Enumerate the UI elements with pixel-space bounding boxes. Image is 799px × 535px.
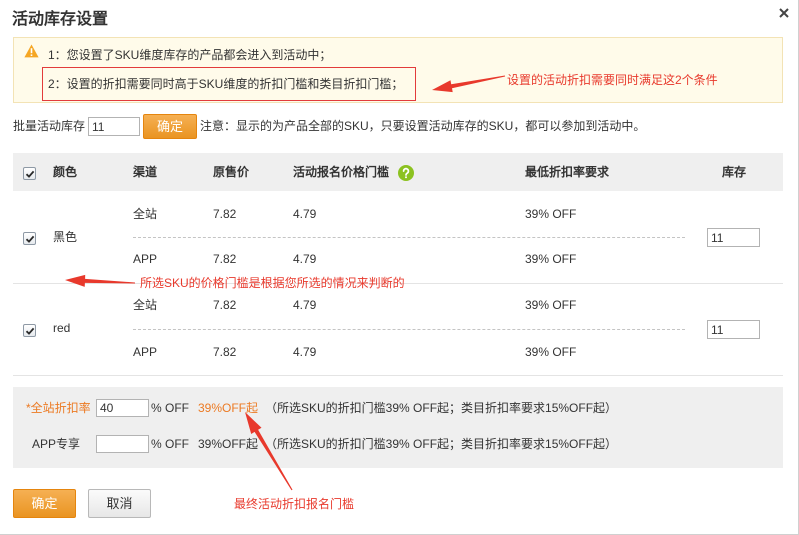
dialog-title: 活动库存设置	[12, 11, 109, 28]
app-discount-note: （所选SKU的折扣门槛39% OFF起；类目折扣率要求15%OFF起）	[265, 437, 618, 451]
batch-stock-input[interactable]	[88, 117, 140, 136]
table-row: red 全站 7.82 4.79 39% OFF APP 7.82 4.79 3…	[13, 284, 783, 376]
row-color: red	[53, 321, 71, 335]
app-discount-input[interactable]	[96, 435, 149, 453]
header-price-threshold: 活动报名价格门槛	[293, 165, 390, 179]
channel-row: APP 7.82 4.79 39% OFF	[133, 344, 593, 360]
header-channel: 渠道	[133, 165, 158, 179]
cell-channel: 全站	[133, 207, 158, 221]
row-checkbox[interactable]	[23, 232, 36, 245]
cell-channel: APP	[133, 345, 158, 359]
row-checkbox[interactable]	[23, 324, 36, 337]
site-discount-threshold: 39%OFF起	[198, 401, 259, 415]
confirm-button[interactable]: 确定	[13, 489, 76, 518]
channel-divider	[133, 237, 685, 238]
close-icon[interactable]	[779, 8, 789, 18]
channel-row: 全站 7.82 4.79 39% OFF	[133, 297, 593, 313]
checkmark-icon	[25, 327, 34, 335]
header-stock: 库存	[722, 165, 747, 179]
checkmark-icon	[25, 235, 34, 243]
app-discount-label: APP专享	[32, 437, 81, 451]
notice-box: 1：您设置了SKU维度库存的产品都会进入到活动中； 2：设置的折扣需要同时高于S…	[13, 37, 783, 103]
annotation-discount-conditions: 设置的活动折扣需要同时满足这2个条件	[507, 73, 718, 87]
annotation-final-threshold: 最终活动折扣报名门槛	[234, 497, 355, 511]
channel-row: APP 7.82 4.79 39% OFF	[133, 251, 593, 267]
app-discount-unit: % OFF	[151, 437, 189, 451]
warning-icon	[24, 44, 39, 58]
site-discount-input[interactable]	[96, 399, 149, 417]
batch-confirm-button[interactable]: 确定	[143, 114, 197, 139]
cell-min-discount: 39% OFF	[525, 345, 577, 359]
cell-original-price: 7.82	[213, 252, 237, 266]
activity-stock-dialog: 活动库存设置 1：您设置了SKU维度库存的产品都会进入到活动中； 2：设置的折扣…	[0, 0, 799, 535]
row-stock-input[interactable]	[707, 320, 760, 339]
notice-line-2-highlight-frame: 2：设置的折扣需要同时高于SKU维度的折扣门槛和类目折扣门槛；	[42, 67, 416, 101]
header-original-price: 原售价	[213, 165, 250, 179]
channel-divider	[133, 329, 685, 330]
notice-line-1: 1：您设置了SKU维度库存的产品都会进入到活动中；	[48, 48, 332, 62]
site-discount-row: *全站折扣率 % OFF 39%OFF起 （所选SKU的折扣门槛39% OFF起…	[13, 399, 783, 417]
sku-table: 颜色 渠道 原售价 活动报名价格门槛 最低折扣率要求 库存 黑色 全站 7.82…	[13, 153, 783, 376]
batch-stock-label: 批量活动库存	[13, 119, 86, 133]
select-all-checkbox[interactable]	[23, 167, 36, 180]
row-color: 黑色	[53, 230, 78, 244]
cell-price-threshold: 4.79	[293, 298, 317, 312]
app-discount-row: APP专享 % OFF 39%OFF起 （所选SKU的折扣门槛39% OFF起；…	[13, 435, 783, 453]
batch-stock-row: 批量活动库存 确定 注意：显示的为产品全部的SKU，只要设置活动库存的SKU，都…	[13, 114, 673, 139]
cell-min-discount: 39% OFF	[525, 298, 577, 312]
app-discount-threshold: 39%OFF起	[198, 437, 259, 451]
cell-channel: 全站	[133, 298, 158, 312]
table-row: 黑色 全站 7.82 4.79 39% OFF APP 7.82 4.79 39…	[13, 192, 783, 284]
cell-channel: APP	[133, 252, 158, 266]
annotation-sku-threshold: 所选SKU的价格门槛是根据您所选的情况来判断的	[140, 276, 405, 290]
help-icon[interactable]	[398, 165, 414, 181]
notice-line-2: 2：设置的折扣需要同时高于SKU维度的折扣门槛和类目折扣门槛；	[48, 77, 404, 91]
channel-row: 全站 7.82 4.79 39% OFF	[133, 206, 593, 222]
dialog-footer: 确定 取消	[13, 489, 153, 518]
cell-price-threshold: 4.79	[293, 207, 317, 221]
site-discount-note: （所选SKU的折扣门槛39% OFF起；类目折扣率要求15%OFF起）	[265, 401, 618, 415]
row-stock-input[interactable]	[707, 228, 760, 247]
batch-stock-note: 注意：显示的为产品全部的SKU，只要设置活动库存的SKU，都可以参加到活动中。	[200, 119, 646, 133]
cell-price-threshold: 4.79	[293, 345, 317, 359]
cell-original-price: 7.82	[213, 298, 237, 312]
header-min-discount: 最低折扣率要求	[525, 165, 610, 179]
site-discount-label: *全站折扣率	[26, 401, 91, 415]
discount-panel: *全站折扣率 % OFF 39%OFF起 （所选SKU的折扣门槛39% OFF起…	[13, 387, 783, 468]
cell-min-discount: 39% OFF	[525, 207, 577, 221]
site-discount-unit: % OFF	[151, 401, 189, 415]
cell-price-threshold: 4.79	[293, 252, 317, 266]
checkmark-icon	[25, 170, 34, 178]
header-color: 颜色	[53, 165, 78, 179]
table-header: 颜色 渠道 原售价 活动报名价格门槛 最低折扣率要求 库存	[13, 153, 783, 191]
cell-original-price: 7.82	[213, 345, 237, 359]
cell-min-discount: 39% OFF	[525, 252, 577, 266]
cancel-button[interactable]: 取消	[88, 489, 151, 518]
cell-original-price: 7.82	[213, 207, 237, 221]
